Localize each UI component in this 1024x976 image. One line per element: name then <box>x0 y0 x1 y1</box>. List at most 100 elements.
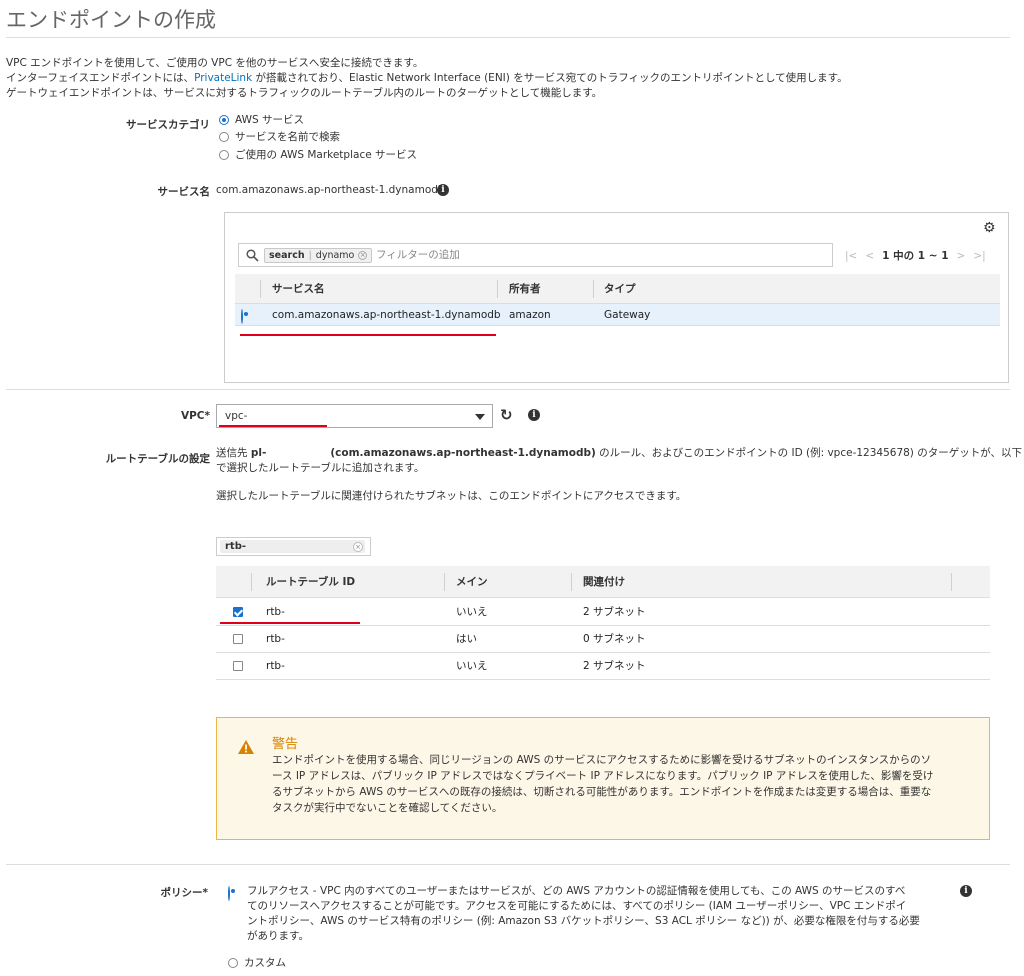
intro-line-3: ゲートウェイエンドポイントは、サービスに対するトラフィックのルートテーブル内のル… <box>6 87 603 99</box>
info-icon[interactable]: i <box>528 409 540 421</box>
desc-pre: 送信先 <box>216 447 251 459</box>
route-table-header: ルートテーブル ID メイン 関連付け <box>216 566 990 598</box>
privatelink-link[interactable]: PrivateLink <box>194 72 252 84</box>
gear-icon[interactable]: ⚙ <box>983 221 996 235</box>
row-main: いいえ <box>456 606 488 618</box>
policy-full-access-text: フルアクセス - VPC 内のすべてのユーザーまたはサービスが、どの AWS ア… <box>247 884 947 944</box>
table-row[interactable]: com.amazonaws.ap-northeast-1.dynamodb am… <box>235 304 1000 326</box>
warning-line: タスクが実行中でないことを確認してください。 <box>272 802 503 814</box>
search-token-key: search <box>269 250 305 261</box>
radio-label: AWS サービス <box>235 114 304 126</box>
prev-page-icon[interactable]: < <box>865 250 874 262</box>
radio-icon[interactable] <box>219 131 229 142</box>
refresh-icon[interactable]: ↻ <box>500 407 513 423</box>
row-service-name: com.amazonaws.ap-northeast-1.dynamodb <box>272 309 501 321</box>
intro-line-2-post: が搭載されており、Elastic Network Interface (ENI)… <box>252 72 848 84</box>
service-category-marketplace[interactable]: ご使用の AWS Marketplace サービス <box>219 147 417 162</box>
section-divider <box>6 864 1010 865</box>
row-association-link[interactable]: 2 サブネット <box>583 599 646 626</box>
row-radio-selected-icon[interactable] <box>241 309 243 324</box>
vpc-label: VPC* <box>180 410 210 422</box>
table-row[interactable]: rtb- はい 0 サブネット <box>216 626 990 653</box>
warning-line: るサブネットから AWS のサービスへの既存の接続は、切断される可能性があります… <box>272 786 932 798</box>
intro-line-1: VPC エンドポイントを使用して、ご使用の VPC を他のサービスへ安全に接続で… <box>6 57 424 69</box>
col-association[interactable]: 関連付け <box>583 566 625 598</box>
service-category-aws[interactable]: AWS サービス <box>219 112 304 127</box>
info-icon[interactable]: i <box>960 885 972 897</box>
search-placeholder[interactable]: フィルターの追加 <box>376 248 460 263</box>
row-association-link[interactable]: 0 サブネット <box>583 626 646 653</box>
warning-line: エンドポイントを使用する場合、同じリージョンの AWS のサービスにアクセスする… <box>272 754 932 766</box>
checkbox-icon[interactable] <box>233 661 243 671</box>
col-route-table-id[interactable]: ルートテーブル ID <box>266 566 355 598</box>
route-table-description: 送信先 pl- (com.amazonaws.ap-northeast-1.dyn… <box>216 446 1022 476</box>
policy-custom-label: カスタム <box>244 957 286 969</box>
row-owner: amazon <box>509 309 551 321</box>
col-type[interactable]: タイプ <box>604 274 636 304</box>
desc-prefix-list: pl- <box>250 447 267 459</box>
col-main[interactable]: メイン <box>456 566 488 598</box>
service-name-label: サービス名 <box>157 186 211 198</box>
last-page-icon[interactable]: >| <box>973 250 985 262</box>
radio-icon[interactable] <box>219 149 229 160</box>
first-page-icon[interactable]: |< <box>845 250 857 262</box>
row-association-link[interactable]: 2 サブネット <box>583 653 646 680</box>
pager-text: 1 中の 1 ~ 1 <box>882 250 949 262</box>
row-main: はい <box>456 633 477 645</box>
info-icon[interactable]: i <box>437 184 449 196</box>
service-category-label: サービスカテゴリ <box>126 119 210 131</box>
column-divider <box>571 573 572 591</box>
column-divider <box>444 573 445 591</box>
chevron-down-icon <box>475 414 485 420</box>
route-table-filter-value[interactable]: rtb- <box>220 540 365 553</box>
red-underline-annotation <box>240 334 496 336</box>
checkbox-checked-icon[interactable] <box>233 607 243 617</box>
checkbox-icon[interactable] <box>233 634 243 644</box>
policy-line: ントポリシー、AWS のサービス特有のポリシー (例: Amazon S3 バケ… <box>247 915 920 927</box>
policy-line: があります。 <box>247 930 309 942</box>
policy-full-access-radio[interactable] <box>228 886 230 901</box>
policy-label: ポリシー* <box>160 887 209 899</box>
warning-line: ース IP アドレスは、パブリック IP アドレスではなくプライベート IP ア… <box>272 770 934 782</box>
next-page-icon[interactable]: > <box>957 250 966 262</box>
column-divider <box>497 280 498 298</box>
column-divider <box>260 280 261 298</box>
radio-label: ご使用の AWS Marketplace サービス <box>235 149 418 161</box>
radio-icon[interactable] <box>228 957 238 968</box>
desc-line1-post: のルール、およびこのエンドポイントの ID (例: vpce-12345678)… <box>595 447 1023 459</box>
row-type: Gateway <box>604 309 651 321</box>
col-service-name[interactable]: サービス名 <box>272 274 325 304</box>
radio-label: サービスを名前で検索 <box>235 131 340 143</box>
col-owner[interactable]: 所有者 <box>509 274 541 304</box>
policy-custom-option[interactable]: カスタム <box>228 955 286 970</box>
column-divider <box>251 573 252 591</box>
service-name-value: com.amazonaws.ap-northeast-1.dynamodb <box>216 184 445 196</box>
search-icon <box>246 249 259 262</box>
policy-line: フルアクセス - VPC 内のすべてのユーザーまたはサービスが、どの AWS ア… <box>247 885 906 897</box>
policy-line: てのリソースへアクセスすることが可能です。アクセスを可能にするためには、すべての… <box>247 900 907 912</box>
vpc-select-value: vpc- <box>225 410 248 422</box>
service-category-by-name[interactable]: サービスを名前で検索 <box>219 129 340 144</box>
warning-icon <box>238 740 254 754</box>
token-separator: | <box>308 250 312 261</box>
service-search-bar[interactable]: search | dynamo × フィルターの追加 <box>238 243 833 267</box>
search-token[interactable]: search | dynamo × <box>264 248 373 263</box>
page-title: エンドポイントの作成 <box>6 8 216 32</box>
warning-box: 警告 エンドポイントを使用する場合、同じリージョンの AWS のサービスにアクセ… <box>216 717 990 840</box>
row-main: いいえ <box>456 660 488 672</box>
section-divider <box>6 389 1010 390</box>
route-table-filter[interactable]: rtb- × <box>216 537 371 556</box>
row-route-table-id: rtb- <box>266 633 285 645</box>
title-divider <box>6 37 1010 38</box>
clear-filter-icon[interactable]: × <box>353 542 363 552</box>
warning-body: エンドポイントを使用する場合、同じリージョンの AWS のサービスにアクセスする… <box>272 752 972 816</box>
radio-selected-icon[interactable] <box>219 114 229 125</box>
service-table-header: サービス名 所有者 タイプ <box>235 274 1000 304</box>
remove-token-icon[interactable]: × <box>358 251 368 260</box>
desc-service: (com.amazonaws.ap-northeast-1.dynamodb) <box>330 447 596 459</box>
table-row[interactable]: rtb- いいえ 2 サブネット <box>216 653 990 680</box>
intro-line-2: インターフェイスエンドポイントには、PrivateLink が搭載されており、E… <box>6 71 848 86</box>
column-divider <box>951 573 952 591</box>
desc-line2: で選択したルートテーブルに追加されます。 <box>216 462 425 474</box>
search-token-value: dynamo <box>315 250 355 261</box>
